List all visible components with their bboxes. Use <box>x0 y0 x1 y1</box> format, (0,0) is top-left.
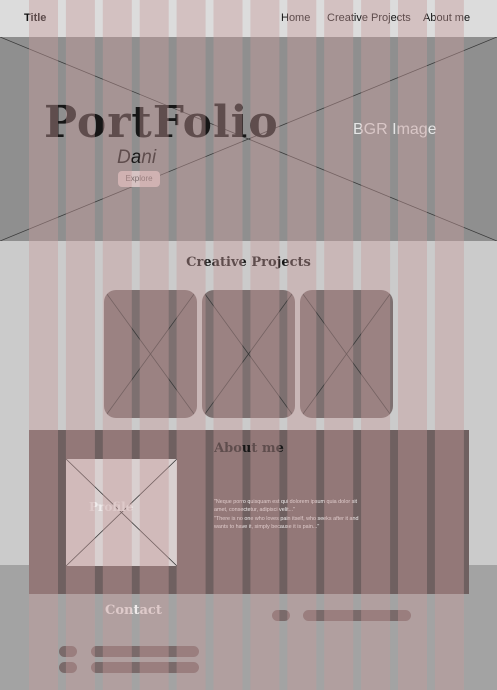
portfolio-heading: PortFolio <box>44 97 279 148</box>
about-me-heading: About me <box>214 441 284 456</box>
project-card[interactable] <box>202 290 295 418</box>
about-quote: "Neque porro quisquam est qui dolorem ip… <box>214 498 364 532</box>
nav-about-me-link[interactable]: About me <box>423 12 470 24</box>
project-card[interactable] <box>300 290 393 418</box>
contact-icon-placeholder[interactable] <box>272 610 290 621</box>
image-placeholder-cross <box>104 290 197 418</box>
profile-label: Profile <box>89 500 134 514</box>
contact-icon-placeholder[interactable] <box>59 646 77 657</box>
site-title[interactable]: Title <box>24 12 46 24</box>
nav-home-link[interactable]: Home <box>281 12 310 24</box>
contact-field-placeholder[interactable] <box>303 610 411 621</box>
contact-field-placeholder[interactable] <box>91 646 199 657</box>
contact-icon-placeholder[interactable] <box>59 662 77 673</box>
creative-projects-heading: Creative Projects <box>186 255 311 270</box>
image-placeholder-cross <box>300 290 393 418</box>
contact-field-placeholder[interactable] <box>91 662 199 673</box>
image-placeholder-cross <box>202 290 295 418</box>
explore-button[interactable]: Explore <box>118 171 160 187</box>
project-card[interactable] <box>104 290 197 418</box>
nav-creative-projects-link[interactable]: Creative Projects <box>327 12 411 24</box>
quote-line: "There is no one who loves pain itself, … <box>214 515 359 531</box>
background-image-label: BGR Image <box>353 121 437 138</box>
owner-name: Dani <box>117 147 157 168</box>
contact-heading: Contact <box>105 603 162 618</box>
quote-line: "Neque porro quisquam est qui dolorem ip… <box>214 499 358 514</box>
